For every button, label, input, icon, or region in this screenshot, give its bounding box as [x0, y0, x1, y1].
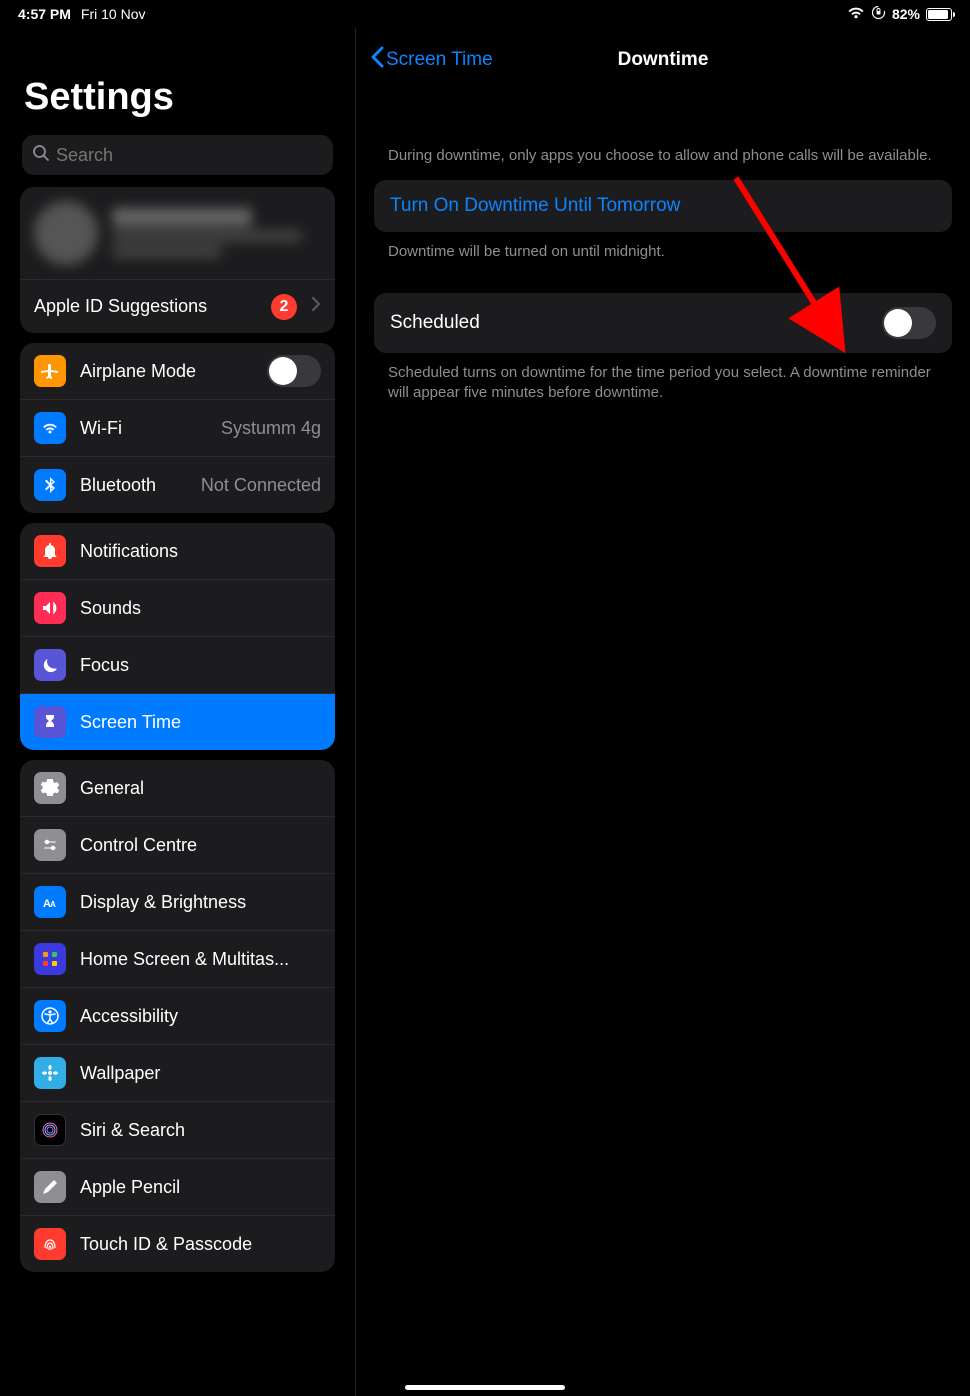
scheduled-note: Scheduled turns on downtime for the time… [356, 363, 970, 404]
turn-on-downtime-button[interactable]: Turn On Downtime Until Tomorrow [374, 180, 952, 232]
detail-pane: Screen Time Downtime During downtime, on… [356, 28, 970, 1396]
turn-on-list: Turn On Downtime Until Tomorrow [374, 180, 952, 232]
search-input[interactable] [56, 145, 323, 166]
turn-on-label: Turn On Downtime Until Tomorrow [390, 195, 680, 217]
page-title: Settings [0, 28, 355, 135]
scheduled-list: Scheduled [374, 293, 952, 353]
sidebar-item-focus[interactable]: Focus [20, 636, 335, 693]
home-indicator[interactable] [405, 1385, 565, 1390]
sidebar-item-label: Apple Pencil [80, 1177, 321, 1198]
turn-on-note: Downtime will be turned on until midnigh… [356, 242, 970, 262]
sidebar-item-label: Touch ID & Passcode [80, 1234, 321, 1255]
sidebar-item-label: Siri & Search [80, 1120, 321, 1141]
svg-text:A: A [50, 900, 56, 909]
sidebar-item-label: Control Centre [80, 835, 321, 856]
sidebar-item-wifi[interactable]: Wi-Fi Systumm 4g [20, 399, 335, 456]
search-icon [32, 144, 50, 167]
intro-note: During downtime, only apps you choose to… [356, 146, 970, 166]
sidebar-item-label: Airplane Mode [80, 361, 253, 382]
battery-pct: 82% [892, 6, 920, 22]
sidebar-item-touchid[interactable]: Touch ID & Passcode [20, 1215, 335, 1272]
accessibility-icon [34, 1000, 66, 1032]
sidebar-item-label: Bluetooth [80, 475, 187, 496]
sidebar-item-wallpaper[interactable]: Wallpaper [20, 1044, 335, 1101]
apple-id-card: Apple ID Suggestions 2 [20, 187, 335, 333]
wifi-icon [847, 6, 865, 22]
sidebar-item-control-centre[interactable]: Control Centre [20, 816, 335, 873]
sidebar-item-pencil[interactable]: Apple Pencil [20, 1158, 335, 1215]
siri-icon [34, 1114, 66, 1146]
battery-icon [926, 8, 952, 21]
moon-icon [34, 649, 66, 681]
sidebar-item-sounds[interactable]: Sounds [20, 579, 335, 636]
flower-icon [34, 1057, 66, 1089]
scheduled-toggle[interactable] [882, 307, 936, 339]
speaker-icon [34, 592, 66, 624]
scheduled-row: Scheduled [374, 293, 952, 353]
chevron-right-icon [311, 296, 321, 317]
pencil-icon [34, 1171, 66, 1203]
gear-icon [34, 772, 66, 804]
orientation-lock-icon [871, 5, 886, 23]
sidebar-item-label: Wallpaper [80, 1063, 321, 1084]
sidebar-item-bluetooth[interactable]: Bluetooth Not Connected [20, 456, 335, 513]
sidebar-item-siri[interactable]: Siri & Search [20, 1101, 335, 1158]
airplane-icon [34, 355, 66, 387]
sidebar-item-notifications[interactable]: Notifications [20, 523, 335, 579]
wifi-value: Systumm 4g [221, 418, 321, 439]
bluetooth-value: Not Connected [201, 475, 321, 496]
detail-title: Downtime [618, 49, 709, 71]
chevron-left-icon [370, 46, 384, 74]
status-date: Fri 10 Nov [81, 6, 146, 22]
hourglass-icon [34, 706, 66, 738]
detail-nav: Screen Time Downtime [356, 28, 970, 78]
apple-id-profile[interactable] [20, 187, 335, 279]
bell-icon [34, 535, 66, 567]
apple-id-suggestions-row[interactable]: Apple ID Suggestions 2 [20, 279, 335, 333]
sidebar-item-label: Home Screen & Multitas... [80, 949, 321, 970]
group-focus: Notifications Sounds Focus Screen Time [20, 523, 335, 750]
status-time: 4:57 PM [18, 6, 71, 22]
sidebar-item-home-screen[interactable]: Home Screen & Multitas... [20, 930, 335, 987]
apple-id-suggestions-label: Apple ID Suggestions [34, 296, 257, 317]
sidebar-item-label: Focus [80, 655, 321, 676]
back-button[interactable]: Screen Time [370, 46, 493, 74]
group-general: General Control Centre AA Display & Brig… [20, 760, 335, 1272]
sidebar-item-label: Display & Brightness [80, 892, 321, 913]
sidebar-item-label: Notifications [80, 541, 321, 562]
settings-sidebar[interactable]: Settings Apple ID Suggestions 2 [0, 28, 356, 1396]
search-field[interactable] [22, 135, 333, 175]
sidebar-item-label: Screen Time [80, 712, 321, 733]
scheduled-label: Scheduled [390, 312, 480, 334]
sidebar-item-label: Sounds [80, 598, 321, 619]
sidebar-item-label: Wi-Fi [80, 418, 207, 439]
sliders-icon [34, 829, 66, 861]
sidebar-item-label: Accessibility [80, 1006, 321, 1027]
sidebar-item-airplane[interactable]: Airplane Mode [20, 343, 335, 399]
wifi-icon [34, 412, 66, 444]
fingerprint-icon [34, 1228, 66, 1260]
back-label: Screen Time [386, 49, 493, 71]
group-connectivity: Airplane Mode Wi-Fi Systumm 4g Bluetooth… [20, 343, 335, 513]
sidebar-item-display[interactable]: AA Display & Brightness [20, 873, 335, 930]
bluetooth-icon [34, 469, 66, 501]
airplane-toggle[interactable] [267, 355, 321, 387]
avatar [34, 201, 98, 265]
status-bar: 4:57 PM Fri 10 Nov 82% [0, 0, 970, 28]
sidebar-item-screentime[interactable]: Screen Time [20, 693, 335, 750]
text-size-icon: AA [34, 886, 66, 918]
sidebar-item-label: General [80, 778, 321, 799]
badge-count: 2 [271, 294, 297, 320]
grid-icon [34, 943, 66, 975]
sidebar-item-general[interactable]: General [20, 760, 335, 816]
sidebar-item-accessibility[interactable]: Accessibility [20, 987, 335, 1044]
